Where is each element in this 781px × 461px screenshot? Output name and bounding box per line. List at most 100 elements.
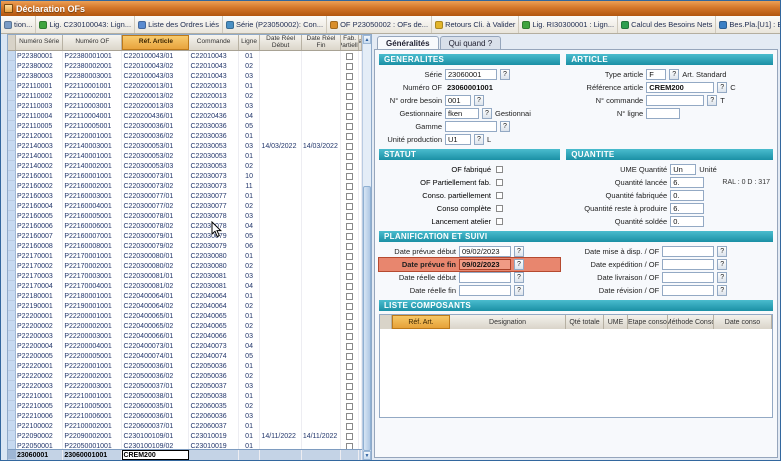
grid-cell[interactable]: P22200001 (16, 311, 63, 321)
grid-cell[interactable]: 02 (239, 161, 261, 171)
grid-cell[interactable] (260, 281, 301, 291)
row-selector[interactable] (8, 241, 16, 251)
gestionnaire-lookup-button[interactable]: ? (482, 108, 492, 119)
table-row[interactable]: P22220002P22220002001C220500036/02C22050… (8, 371, 362, 381)
grid-cell[interactable]: P22190001001 (63, 301, 122, 311)
grid-cell[interactable]: 03 (239, 271, 261, 281)
fab-partielle-checkbox[interactable] (346, 373, 353, 380)
row-selector[interactable] (8, 341, 16, 351)
grid-cell[interactable]: P22210005 (16, 401, 63, 411)
table-row[interactable]: P22220001P22220001001C220500036/01C22050… (8, 361, 362, 371)
comp-col-header[interactable]: Date conso (714, 315, 772, 329)
fab-partielle-checkbox[interactable] (346, 303, 353, 310)
grid-cell[interactable] (260, 450, 301, 460)
grid-cell[interactable]: P22160003001 (63, 191, 122, 201)
statut-checkbox[interactable] (496, 166, 503, 173)
row-selector[interactable] (8, 191, 16, 201)
grid-cell[interactable]: 02 (239, 201, 261, 211)
grid-cell[interactable] (302, 91, 341, 101)
grid-cell[interactable]: C230100109/02 (122, 441, 189, 449)
row-selector[interactable] (8, 151, 16, 161)
toolbar-button[interactable]: OF P23050002 : OFs de... (327, 16, 432, 33)
grid-cell[interactable]: P22170004001 (63, 281, 122, 291)
selected-row[interactable]: 23060001 23060001001 CREM200 (8, 449, 362, 460)
grid-cell[interactable]: 02 (239, 321, 261, 331)
grid-cell[interactable]: C22030077 (189, 201, 238, 211)
row-selector[interactable] (8, 431, 16, 441)
grid-cell[interactable]: P22100002 (16, 421, 63, 431)
grid-cell[interactable]: 01 (239, 51, 261, 61)
grid-cell[interactable]: 01 (239, 361, 261, 371)
quantite-fabriquee-input[interactable]: 0. (670, 190, 704, 201)
grid-cell[interactable]: P22140002 (16, 161, 63, 171)
table-row[interactable]: P22200005P22200005001C220400074/01C22040… (8, 351, 362, 361)
grid-cell[interactable]: P22200003001 (63, 331, 122, 341)
grid-cell[interactable]: P22170003 (16, 271, 63, 281)
grid-cell[interactable]: C22030080 (189, 251, 238, 261)
table-row[interactable]: P22160008P22160008001C220300079/02C22030… (8, 241, 362, 251)
col-fab-partielle[interactable]: Fab. Partielle (341, 35, 359, 50)
grid-cell[interactable]: P22210005001 (63, 401, 122, 411)
grid-cell[interactable] (260, 251, 301, 261)
table-row[interactable]: P22190001P22190001001C220400064/02C22040… (8, 301, 362, 311)
grid-cell[interactable]: C22040065 (189, 321, 238, 331)
grid-cell[interactable]: 05 (239, 121, 261, 131)
grid-cell[interactable]: C220300053/02 (122, 151, 189, 161)
row-selector[interactable] (8, 361, 16, 371)
grid-cell[interactable]: C220400064/01 (122, 291, 189, 301)
grid-cell[interactable]: P22140003001 (63, 141, 122, 151)
grid-cell[interactable]: 02 (239, 401, 261, 411)
row-selector[interactable] (8, 131, 16, 141)
grid-cell[interactable] (302, 191, 341, 201)
grid-cell[interactable]: P22170002 (16, 261, 63, 271)
grid-cell[interactable]: P22380001001 (63, 51, 122, 61)
statut-checkbox[interactable] (496, 179, 503, 186)
fab-partielle-checkbox[interactable] (346, 153, 353, 160)
fab-partielle-checkbox[interactable] (346, 213, 353, 220)
composants-body-empty[interactable] (380, 329, 772, 417)
grid-cell[interactable] (260, 111, 301, 121)
col-commande[interactable]: Commande (189, 35, 238, 50)
grid-cell[interactable] (260, 221, 301, 231)
table-row[interactable]: P22170002P22170002001C220300080/02C22030… (8, 261, 362, 271)
grid-cell[interactable] (260, 181, 301, 191)
type-article-input[interactable]: F (646, 69, 666, 80)
grid-cell[interactable]: P22160001 (16, 171, 63, 181)
grid-cell[interactable]: 03 (239, 381, 261, 391)
numero-commande-input[interactable] (646, 95, 704, 106)
date-reelle-fin-picker-button[interactable]: ? (514, 285, 524, 296)
grid-cell[interactable]: C220400074/01 (122, 351, 189, 361)
row-selector[interactable] (8, 231, 16, 241)
comp-col-header[interactable]: Etape conso (628, 315, 668, 329)
grid-cell[interactable] (302, 221, 341, 231)
grid-cell[interactable]: P22050001 (16, 441, 63, 449)
grid-cell[interactable] (189, 450, 238, 460)
grid-cell[interactable]: P22210001 (16, 391, 63, 401)
table-row[interactable]: P22170001P22170001001C220300080/01C22030… (8, 251, 362, 261)
grid-cell[interactable]: P22100002001 (63, 421, 122, 431)
grid-cell[interactable] (260, 441, 301, 449)
grid-cell[interactable]: P22170003001 (63, 271, 122, 281)
grid-cell[interactable]: 04 (239, 281, 261, 291)
grid-cell[interactable] (302, 421, 341, 431)
grid-cell[interactable]: C22040064 (189, 291, 238, 301)
grid-cell[interactable]: 14/11/2022 (260, 431, 301, 441)
grid-cell[interactable]: C220300078/01 (122, 211, 189, 221)
grid-cell[interactable]: C220300081/01 (122, 271, 189, 281)
comp-col-header[interactable]: Qté totale (566, 315, 604, 329)
grid-cell[interactable]: P22160005001 (63, 211, 122, 221)
row-selector[interactable] (8, 281, 16, 291)
grid-cell[interactable] (260, 71, 301, 81)
grid-cell[interactable]: P22140002001 (63, 161, 122, 171)
grid-cell[interactable] (260, 401, 301, 411)
grid-cell[interactable] (260, 321, 301, 331)
grid-cell[interactable] (302, 101, 341, 111)
row-selector[interactable] (8, 91, 16, 101)
grid-cell[interactable]: C22030081 (189, 271, 238, 281)
grid-cell[interactable] (260, 341, 301, 351)
grid-cell[interactable] (302, 341, 341, 351)
grid-cell[interactable]: P22120001001 (63, 131, 122, 141)
select-all-corner[interactable] (8, 35, 16, 50)
row-selector[interactable] (8, 121, 16, 131)
grid-cell[interactable]: C220300077/02 (122, 201, 189, 211)
